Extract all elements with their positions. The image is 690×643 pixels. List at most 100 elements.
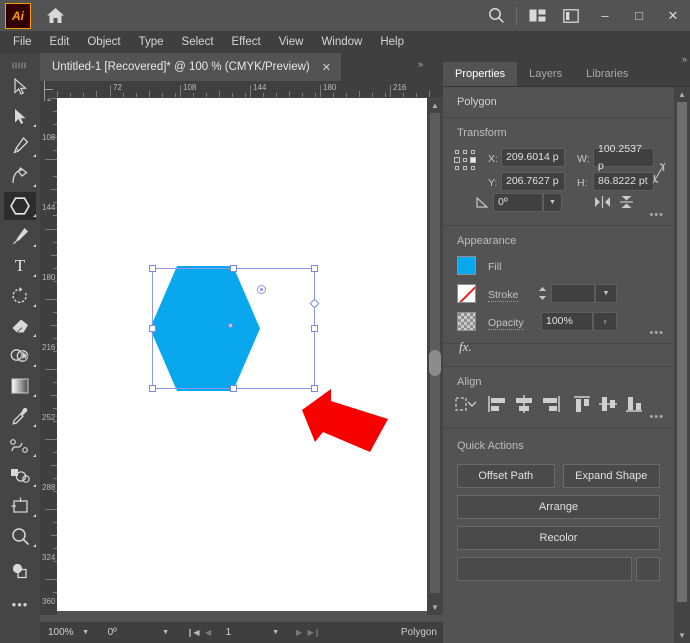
menu-object[interactable]: Object bbox=[78, 31, 129, 53]
align-left-icon[interactable] bbox=[485, 393, 511, 415]
expand-shape-button[interactable]: Expand Shape bbox=[562, 464, 660, 488]
rotate-view-field[interactable]: 0º bbox=[104, 624, 134, 641]
home-icon[interactable] bbox=[41, 2, 69, 30]
close-button[interactable]: ✕ bbox=[656, 0, 690, 31]
align-to-selection-icon[interactable] bbox=[453, 393, 479, 415]
polygon-shape-tool[interactable] bbox=[0, 191, 40, 221]
panel-toggle-tab[interactable] bbox=[429, 350, 441, 376]
expand-right-panel-icon[interactable]: » bbox=[418, 59, 423, 69]
fx-button[interactable]: fx. bbox=[459, 339, 472, 355]
symbol-sprayer-tool[interactable] bbox=[0, 461, 40, 491]
align-horizontal-center-icon[interactable] bbox=[511, 393, 537, 415]
appearance-more-options[interactable]: ••• bbox=[649, 327, 664, 339]
panel-scroll-thumb[interactable] bbox=[677, 102, 687, 602]
menu-select[interactable]: Select bbox=[173, 31, 223, 53]
first-artboard-button[interactable]: ❙◀ bbox=[186, 624, 201, 641]
stroke-weight-stepper[interactable] bbox=[536, 284, 549, 303]
zoom-dropdown-icon[interactable]: ▼ bbox=[78, 624, 94, 641]
align-vertical-center-icon[interactable] bbox=[595, 393, 621, 415]
transform-reference-point[interactable] bbox=[454, 150, 477, 172]
tab-libraries[interactable]: Libraries bbox=[574, 62, 640, 86]
recolor-button[interactable]: Recolor bbox=[457, 526, 660, 550]
direct-selection-tool[interactable] bbox=[0, 101, 40, 131]
menu-view[interactable]: View bbox=[270, 31, 313, 53]
shape-builder-tool[interactable] bbox=[0, 341, 40, 371]
blend-tool[interactable] bbox=[0, 431, 40, 461]
artboard-dropdown-icon[interactable]: ▼ bbox=[268, 624, 284, 641]
panel-scroll-up-icon[interactable]: ▲ bbox=[674, 87, 690, 102]
align-more-options[interactable]: ••• bbox=[649, 411, 664, 423]
canvas-vertical-scrollbar[interactable]: ▲ ▼ bbox=[427, 98, 443, 615]
selection-handle-bottom-center[interactable] bbox=[230, 385, 237, 392]
partial-action-options-button[interactable] bbox=[636, 557, 660, 581]
next-artboard-button[interactable]: ▶ bbox=[292, 624, 307, 641]
selection-handle-top-center[interactable] bbox=[230, 265, 237, 272]
selection-handle-top-left[interactable] bbox=[149, 265, 156, 272]
artboard-tool[interactable] bbox=[0, 491, 40, 521]
maximize-button[interactable]: □ bbox=[622, 0, 656, 31]
rotate-dropdown-icon[interactable]: ▼ bbox=[158, 624, 174, 641]
fill-color-swatch[interactable] bbox=[457, 256, 476, 275]
menu-help[interactable]: Help bbox=[371, 31, 413, 53]
workspace-switcher-icon[interactable] bbox=[554, 0, 588, 31]
arrange-button[interactable]: Arrange bbox=[457, 495, 660, 519]
last-artboard-button[interactable]: ▶❙ bbox=[307, 624, 322, 641]
stroke-label[interactable]: Stroke bbox=[488, 289, 519, 302]
artboard[interactable] bbox=[57, 98, 427, 611]
curvature-tool[interactable] bbox=[0, 161, 40, 191]
eraser-tool[interactable] bbox=[0, 311, 40, 341]
scroll-up-arrow-icon[interactable]: ▲ bbox=[427, 98, 443, 113]
paintbrush-tool[interactable] bbox=[0, 221, 40, 251]
horizontal-ruler[interactable]: 72 108 144 180 216 bbox=[40, 81, 443, 98]
properties-panel-scrollbar[interactable]: ▲ ▼ bbox=[674, 87, 690, 643]
unlink-proportions-icon[interactable] bbox=[652, 162, 666, 184]
fill-stroke-tool[interactable] bbox=[0, 551, 40, 589]
zoom-tool[interactable] bbox=[0, 521, 40, 551]
w-input[interactable]: 100.2537 p bbox=[593, 143, 654, 172]
zoom-level-field[interactable]: 100% bbox=[44, 624, 78, 641]
opacity-swatch[interactable] bbox=[457, 312, 476, 331]
flip-horizontal-icon[interactable] bbox=[594, 196, 611, 208]
selection-handle-middle-right[interactable] bbox=[311, 325, 318, 332]
tab-properties[interactable]: Properties bbox=[443, 62, 518, 86]
stroke-options-dropdown-icon[interactable]: ▼ bbox=[595, 284, 617, 303]
stroke-color-swatch[interactable] bbox=[457, 284, 476, 303]
menu-edit[interactable]: Edit bbox=[41, 31, 79, 53]
flip-vertical-icon[interactable] bbox=[620, 195, 633, 209]
type-tool[interactable]: T bbox=[0, 251, 40, 281]
more-tools-button[interactable]: ••• bbox=[0, 589, 40, 619]
partial-action-button[interactable] bbox=[457, 557, 632, 581]
minimize-button[interactable]: – bbox=[588, 0, 622, 31]
menu-window[interactable]: Window bbox=[312, 31, 371, 53]
rotate-tool[interactable] bbox=[0, 281, 40, 311]
selection-handle-middle-left[interactable] bbox=[149, 325, 156, 332]
toolbar-grip[interactable] bbox=[0, 53, 40, 71]
search-icon[interactable] bbox=[479, 0, 513, 31]
close-icon[interactable]: ✕ bbox=[322, 61, 331, 74]
arrange-documents-icon[interactable] bbox=[520, 0, 554, 31]
transform-more-options[interactable]: ••• bbox=[649, 209, 664, 221]
y-input[interactable]: 206.7627 p bbox=[501, 172, 565, 191]
scroll-down-arrow-icon[interactable]: ▼ bbox=[427, 600, 443, 615]
stroke-weight-input[interactable] bbox=[551, 284, 595, 303]
opacity-label[interactable]: Opacity bbox=[488, 317, 524, 330]
artboard-number-field[interactable]: 1 bbox=[222, 624, 252, 641]
align-top-icon[interactable] bbox=[569, 393, 595, 415]
panel-scroll-down-icon[interactable]: ▼ bbox=[674, 628, 690, 643]
offset-path-button[interactable]: Offset Path bbox=[457, 464, 555, 488]
h-input[interactable]: 86.8222 pt bbox=[593, 172, 654, 191]
eyedropper-tool[interactable] bbox=[0, 401, 40, 431]
tab-layers[interactable]: Layers bbox=[517, 62, 574, 86]
angle-dropdown-icon[interactable]: ▼ bbox=[543, 193, 562, 212]
selection-handle-bottom-left[interactable] bbox=[149, 385, 156, 392]
opacity-options-icon[interactable]: › bbox=[593, 312, 617, 331]
align-bottom-icon[interactable] bbox=[621, 393, 647, 415]
gradient-tool[interactable] bbox=[0, 371, 40, 401]
align-right-icon[interactable] bbox=[537, 393, 563, 415]
selection-handle-top-right[interactable] bbox=[311, 265, 318, 272]
pen-tool[interactable] bbox=[0, 131, 40, 161]
angle-input[interactable]: 0º bbox=[493, 193, 543, 212]
document-tab[interactable]: Untitled-1 [Recovered]* @ 100 % (CMYK/Pr… bbox=[40, 53, 341, 81]
corner-radius-widget[interactable] bbox=[257, 285, 266, 294]
opacity-input[interactable]: 100% bbox=[541, 312, 593, 331]
